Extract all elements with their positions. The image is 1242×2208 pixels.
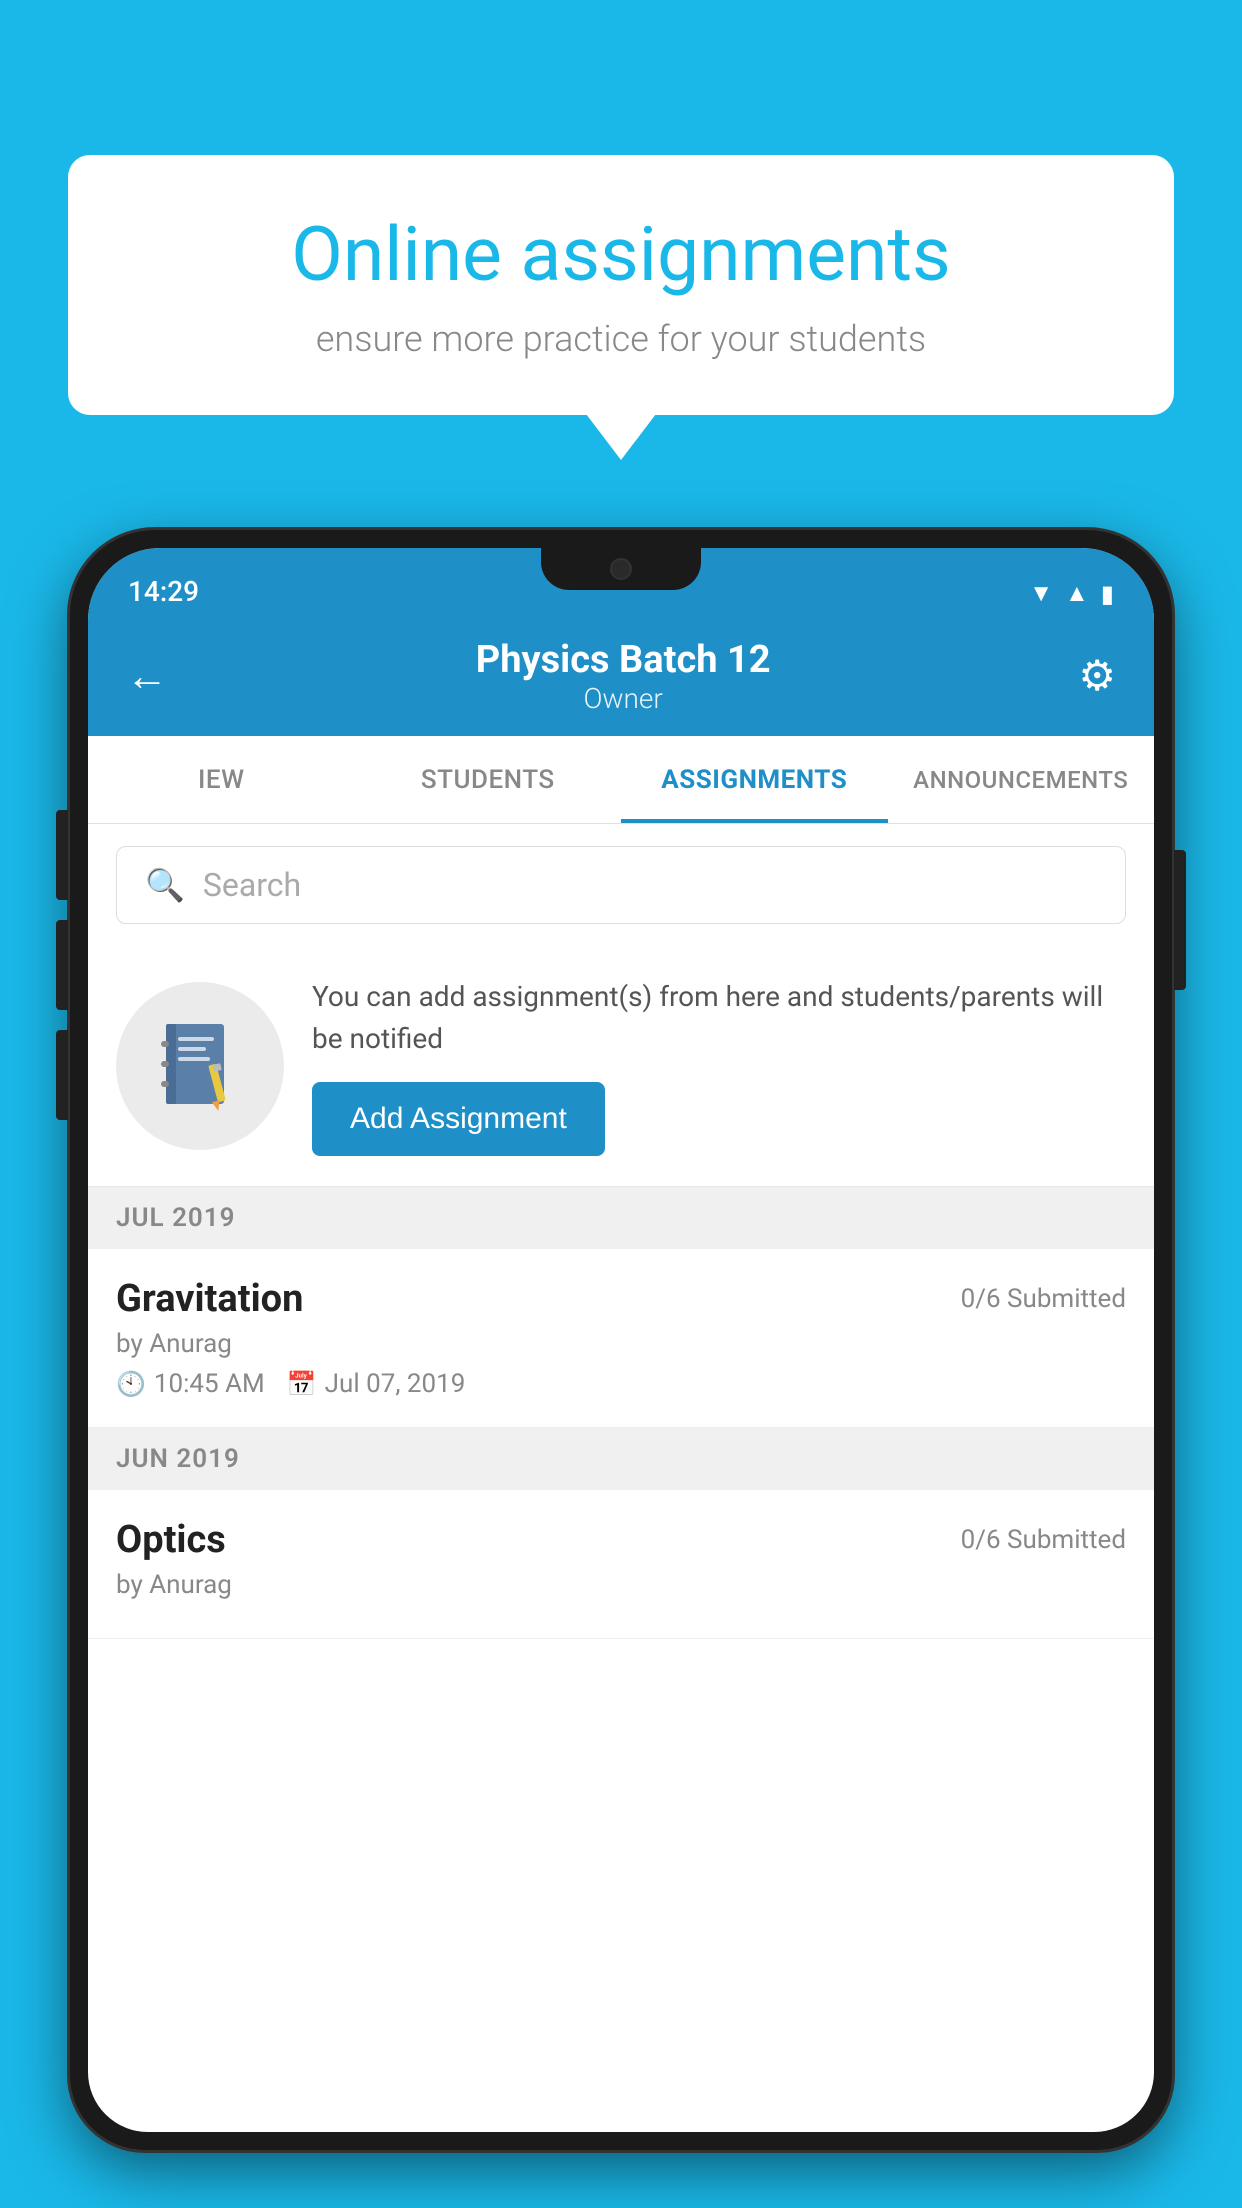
signal-icon: ▲ bbox=[1065, 579, 1089, 608]
assignment-item-optics[interactable]: Optics 0/6 Submitted by Anurag bbox=[88, 1490, 1154, 1639]
status-icons: ▼ ▲ ▮ bbox=[1029, 579, 1114, 608]
month-header-jun: JUN 2019 bbox=[88, 1428, 1154, 1490]
speech-bubble-container: Online assignments ensure more practice … bbox=[68, 155, 1174, 415]
meta-time-value: 10:45 AM bbox=[154, 1369, 265, 1399]
assignment-by-gravitation: by Anurag bbox=[116, 1329, 1126, 1359]
phone-notch bbox=[541, 548, 701, 590]
add-assignment-button[interactable]: Add Assignment bbox=[312, 1082, 605, 1156]
calendar-icon: 📅 bbox=[287, 1370, 317, 1398]
speech-bubble: Online assignments ensure more practice … bbox=[68, 155, 1174, 415]
tab-assignments[interactable]: ASSIGNMENTS bbox=[621, 736, 888, 823]
header-subtitle: Owner bbox=[476, 682, 771, 715]
meta-date-gravitation: 📅 Jul 07, 2019 bbox=[287, 1369, 466, 1399]
battery-icon: ▮ bbox=[1101, 580, 1114, 608]
header-title-block: Physics Batch 12 Owner bbox=[476, 638, 771, 715]
info-card: You can add assignment(s) from here and … bbox=[88, 946, 1154, 1187]
assignment-meta-gravitation: 🕙 10:45 AM 📅 Jul 07, 2019 bbox=[116, 1369, 1126, 1399]
search-icon: 🔍 bbox=[145, 866, 185, 904]
meta-date-value: Jul 07, 2019 bbox=[325, 1369, 466, 1399]
assignment-item-gravitation[interactable]: Gravitation 0/6 Submitted by Anurag 🕙 10… bbox=[88, 1249, 1154, 1428]
wifi-icon: ▼ bbox=[1029, 579, 1053, 608]
back-button[interactable]: ← bbox=[126, 652, 168, 701]
info-text-block: You can add assignment(s) from here and … bbox=[312, 976, 1126, 1156]
assignment-row-top-optics: Optics 0/6 Submitted bbox=[116, 1518, 1126, 1562]
search-placeholder: Search bbox=[203, 866, 301, 904]
settings-icon[interactable]: ⚙ bbox=[1078, 651, 1116, 701]
assignment-submitted-gravitation: 0/6 Submitted bbox=[961, 1284, 1126, 1314]
assignment-name-optics: Optics bbox=[116, 1518, 226, 1562]
assignment-submitted-optics: 0/6 Submitted bbox=[961, 1525, 1126, 1555]
tab-announcements[interactable]: ANNOUNCEMENTS bbox=[888, 736, 1155, 823]
assignment-row-top: Gravitation 0/6 Submitted bbox=[116, 1277, 1126, 1321]
search-bar[interactable]: 🔍 Search bbox=[116, 846, 1126, 924]
info-description: You can add assignment(s) from here and … bbox=[312, 976, 1126, 1060]
phone-camera bbox=[610, 558, 632, 580]
assignment-by-optics: by Anurag bbox=[116, 1570, 1126, 1600]
status-time: 14:29 bbox=[128, 575, 199, 608]
header-title: Physics Batch 12 bbox=[476, 638, 771, 682]
info-icon-circle bbox=[116, 982, 284, 1150]
search-container: 🔍 Search bbox=[88, 824, 1154, 946]
speech-bubble-subtitle: ensure more practice for your students bbox=[133, 318, 1109, 360]
month-header-jul: JUL 2019 bbox=[88, 1187, 1154, 1249]
phone-outer: 14:29 ▼ ▲ ▮ ← Physics Batch 12 Owner ⚙ bbox=[70, 530, 1172, 2150]
phone-frame: 14:29 ▼ ▲ ▮ ← Physics Batch 12 Owner ⚙ bbox=[70, 530, 1172, 2208]
notebook-icon bbox=[158, 1019, 243, 1114]
meta-time-gravitation: 🕙 10:45 AM bbox=[116, 1369, 265, 1399]
clock-icon: 🕙 bbox=[116, 1370, 146, 1398]
speech-bubble-title: Online assignments bbox=[133, 210, 1109, 300]
tab-students[interactable]: STUDENTS bbox=[355, 736, 622, 823]
assignment-name-gravitation: Gravitation bbox=[116, 1277, 303, 1321]
tabs-bar: IEW STUDENTS ASSIGNMENTS ANNOUNCEMENTS bbox=[88, 736, 1154, 824]
app-header: ← Physics Batch 12 Owner ⚙ bbox=[88, 616, 1154, 736]
tab-view[interactable]: IEW bbox=[88, 736, 355, 823]
phone-screen: 14:29 ▼ ▲ ▮ ← Physics Batch 12 Owner ⚙ bbox=[88, 548, 1154, 2132]
